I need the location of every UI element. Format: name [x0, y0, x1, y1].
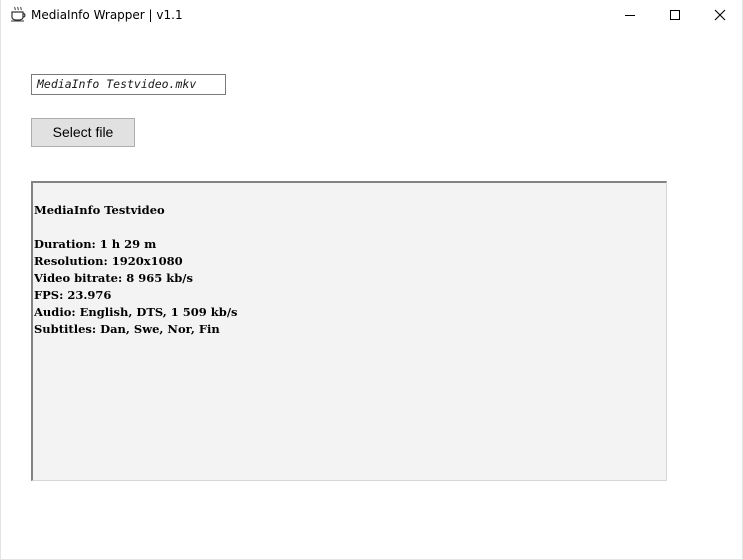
- selected-filename-field[interactable]: MediaInfo Testvideo.mkv: [31, 74, 226, 95]
- minimize-icon: [624, 6, 636, 25]
- maximize-icon: [669, 6, 681, 25]
- window-title: MediaInfo Wrapper | v1.1: [31, 8, 183, 22]
- info-duration: Duration: 1 h 29 m: [34, 237, 157, 251]
- select-file-button[interactable]: Select file: [31, 118, 135, 147]
- media-info-panel[interactable]: MediaInfo Testvideo Duration: 1 h 29 m R…: [31, 181, 667, 481]
- close-button[interactable]: [697, 0, 743, 30]
- maximize-button[interactable]: [652, 0, 698, 30]
- coffee-cup-icon: [10, 6, 26, 22]
- close-icon: [714, 6, 726, 25]
- info-resolution: Resolution: 1920x1080: [34, 254, 183, 268]
- app-window: MediaInfo Wrapper | v1.1 MediaInfo Testv…: [0, 0, 743, 560]
- info-video-bitrate: Video bitrate: 8 965 kb/s: [34, 271, 193, 285]
- title-bar[interactable]: MediaInfo Wrapper | v1.1: [1, 0, 742, 30]
- info-fps: FPS: 23.976: [34, 288, 112, 302]
- minimize-button[interactable]: [607, 0, 653, 30]
- info-heading: MediaInfo Testvideo: [34, 203, 165, 217]
- info-subtitles: Subtitles: Dan, Swe, Nor, Fin: [34, 322, 220, 336]
- info-audio: Audio: English, DTS, 1 509 kb/s: [34, 305, 238, 319]
